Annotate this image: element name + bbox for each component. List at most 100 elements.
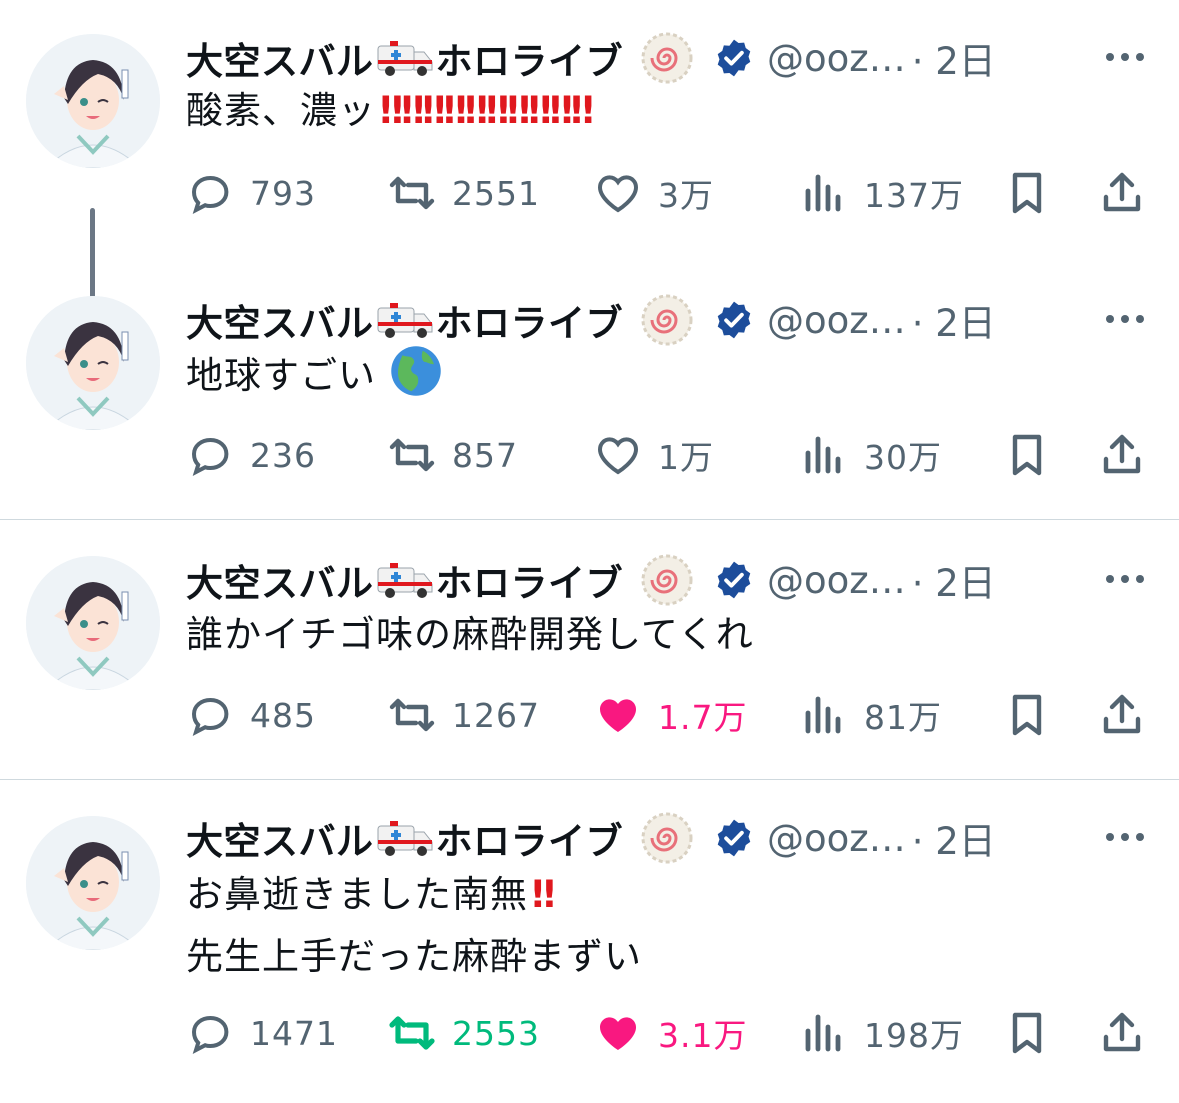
- timestamp[interactable]: · 2日: [912, 293, 996, 347]
- naruto-badge-icon: [641, 32, 693, 84]
- views-button[interactable]: 198万: [800, 1008, 964, 1058]
- reply-button[interactable]: 1471: [186, 1008, 338, 1058]
- more-icon[interactable]: [1102, 304, 1148, 334]
- view-count: 198万: [864, 1016, 964, 1055]
- more-icon[interactable]: [1102, 564, 1148, 594]
- views-button[interactable]: 30万: [800, 430, 942, 480]
- display-name-suffix[interactable]: ホロライブ: [436, 31, 624, 85]
- views-button[interactable]: 137万: [800, 168, 964, 218]
- view-count: 137万: [864, 176, 964, 215]
- bookmark-icon: [1012, 1012, 1042, 1054]
- tweet-text: 誰かイチゴ味の麻酔開発してくれ: [186, 604, 754, 666]
- views-icon: [805, 436, 841, 474]
- reply-count: 485: [250, 695, 316, 735]
- double-exclamation-emoji: ‼‼‼‼‼‼‼‼‼‼: [380, 89, 594, 132]
- like-button[interactable]: 1.7万: [594, 690, 747, 740]
- bookmark-button[interactable]: [1003, 1008, 1051, 1058]
- verified-icon: [717, 301, 751, 339]
- views-icon: [805, 174, 841, 212]
- like-button[interactable]: 3万: [594, 168, 714, 218]
- double-exclamation-emoji: ‼: [532, 873, 555, 916]
- tweet-text-line: お鼻逝きました南無: [186, 873, 528, 916]
- share-icon: [1103, 1012, 1141, 1052]
- views-button[interactable]: 81万: [800, 690, 942, 740]
- ambulance-emoji: [377, 821, 432, 856]
- bookmark-icon: [1012, 694, 1042, 736]
- display-name-suffix[interactable]: ホロライブ: [436, 553, 624, 607]
- view-count: 30万: [864, 438, 942, 477]
- display-name[interactable]: 大空スバル: [186, 553, 374, 607]
- share-button[interactable]: [1098, 690, 1146, 740]
- like-icon: [597, 175, 639, 213]
- ambulance-emoji: [377, 41, 432, 76]
- display-name[interactable]: 大空スバル: [186, 293, 374, 347]
- retweet-icon: [389, 1016, 435, 1050]
- avatar[interactable]: [26, 34, 160, 168]
- reply-icon: [191, 437, 229, 476]
- like-count: 1万: [658, 438, 714, 477]
- avatar-image: [26, 556, 160, 690]
- reply-button[interactable]: 793: [186, 168, 316, 218]
- tweet-text: お鼻逝きました南無 ‼ 先生上手だった麻酔まずい: [186, 864, 642, 988]
- like-button[interactable]: 3.1万: [594, 1008, 747, 1058]
- display-name-suffix[interactable]: ホロライブ: [436, 293, 624, 347]
- verified-icon: [717, 819, 751, 857]
- avatar-image: [26, 34, 160, 168]
- retweet-count: 857: [452, 435, 518, 475]
- handle[interactable]: @ooz…: [767, 37, 906, 80]
- reply-icon: [191, 697, 229, 736]
- display-name[interactable]: 大空スバル: [186, 811, 374, 865]
- reply-button[interactable]: 485: [186, 690, 316, 740]
- retweet-icon: [389, 698, 435, 732]
- display-name[interactable]: 大空スバル: [186, 31, 374, 85]
- reply-count: 793: [250, 173, 316, 213]
- ambulance-emoji: [377, 563, 432, 598]
- timestamp[interactable]: · 2日: [912, 31, 996, 85]
- bookmark-button[interactable]: [1003, 690, 1051, 740]
- share-button[interactable]: [1098, 168, 1146, 218]
- reply-button[interactable]: 236: [186, 430, 316, 480]
- like-button[interactable]: 1万: [594, 430, 714, 480]
- action-bar: 485 1267 1.7万 81万: [0, 690, 1179, 740]
- bookmark-button[interactable]: [1003, 430, 1051, 480]
- retweet-button[interactable]: 857: [388, 430, 518, 480]
- divider: [0, 779, 1179, 780]
- retweet-icon: [389, 438, 435, 472]
- views-icon: [805, 696, 841, 734]
- more-icon[interactable]: [1102, 822, 1148, 852]
- naruto-badge-icon: [641, 812, 693, 864]
- avatar-image: [26, 296, 160, 430]
- verified-icon: [717, 39, 751, 77]
- tweet-text-line: 誰かイチゴ味の麻酔開発してくれ: [186, 613, 754, 656]
- reply-count: 1471: [250, 1013, 338, 1053]
- avatar[interactable]: [26, 556, 160, 690]
- ambulance-emoji: [377, 303, 432, 338]
- avatar[interactable]: [26, 296, 160, 430]
- like-icon: [597, 437, 639, 475]
- handle[interactable]: @ooz…: [767, 299, 906, 342]
- timestamp[interactable]: · 2日: [912, 811, 996, 865]
- retweet-button[interactable]: 1267: [388, 690, 540, 740]
- timestamp[interactable]: · 2日: [912, 553, 996, 607]
- action-bar: 1471 2553 3.1万 198万: [0, 1008, 1179, 1058]
- display-name-suffix[interactable]: ホロライブ: [436, 811, 624, 865]
- more-icon[interactable]: [1102, 42, 1148, 72]
- share-icon: [1103, 172, 1141, 212]
- views-icon: [805, 1014, 841, 1052]
- reply-icon: [191, 1015, 229, 1054]
- naruto-badge-icon: [641, 554, 693, 606]
- tweet-text-line: 酸素、濃ッ: [186, 89, 376, 132]
- like-count: 3万: [658, 176, 714, 215]
- share-button[interactable]: [1098, 430, 1146, 480]
- avatar[interactable]: [26, 816, 160, 950]
- action-bar: 236 857 1万 30万: [0, 430, 1179, 480]
- handle[interactable]: @ooz…: [767, 817, 906, 860]
- like-count: 3.1万: [658, 1016, 748, 1055]
- retweet-button[interactable]: 2553: [388, 1008, 540, 1058]
- handle[interactable]: @ooz…: [767, 559, 906, 602]
- reply-count: 236: [250, 435, 316, 475]
- bookmark-button[interactable]: [1003, 168, 1051, 218]
- retweet-button[interactable]: 2551: [388, 168, 540, 218]
- share-button[interactable]: [1098, 1008, 1146, 1058]
- globe-emoji: [391, 346, 441, 396]
